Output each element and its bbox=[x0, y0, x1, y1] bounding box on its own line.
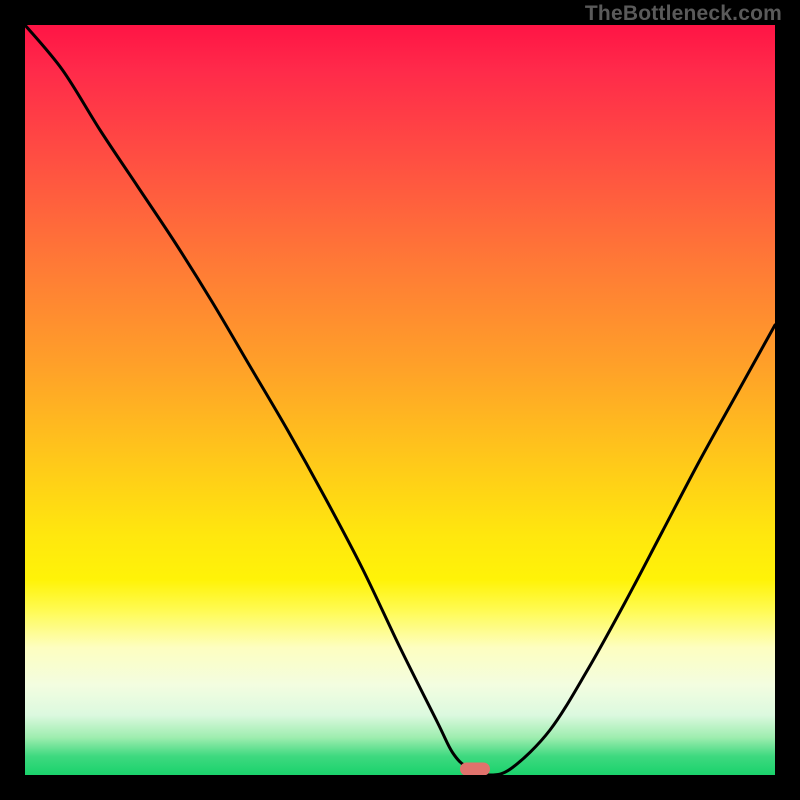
minimum-marker bbox=[460, 763, 490, 776]
plot-area bbox=[25, 25, 775, 775]
chart-frame: TheBottleneck.com bbox=[0, 0, 800, 800]
bottleneck-curve bbox=[25, 25, 775, 775]
watermark-text: TheBottleneck.com bbox=[585, 2, 782, 26]
